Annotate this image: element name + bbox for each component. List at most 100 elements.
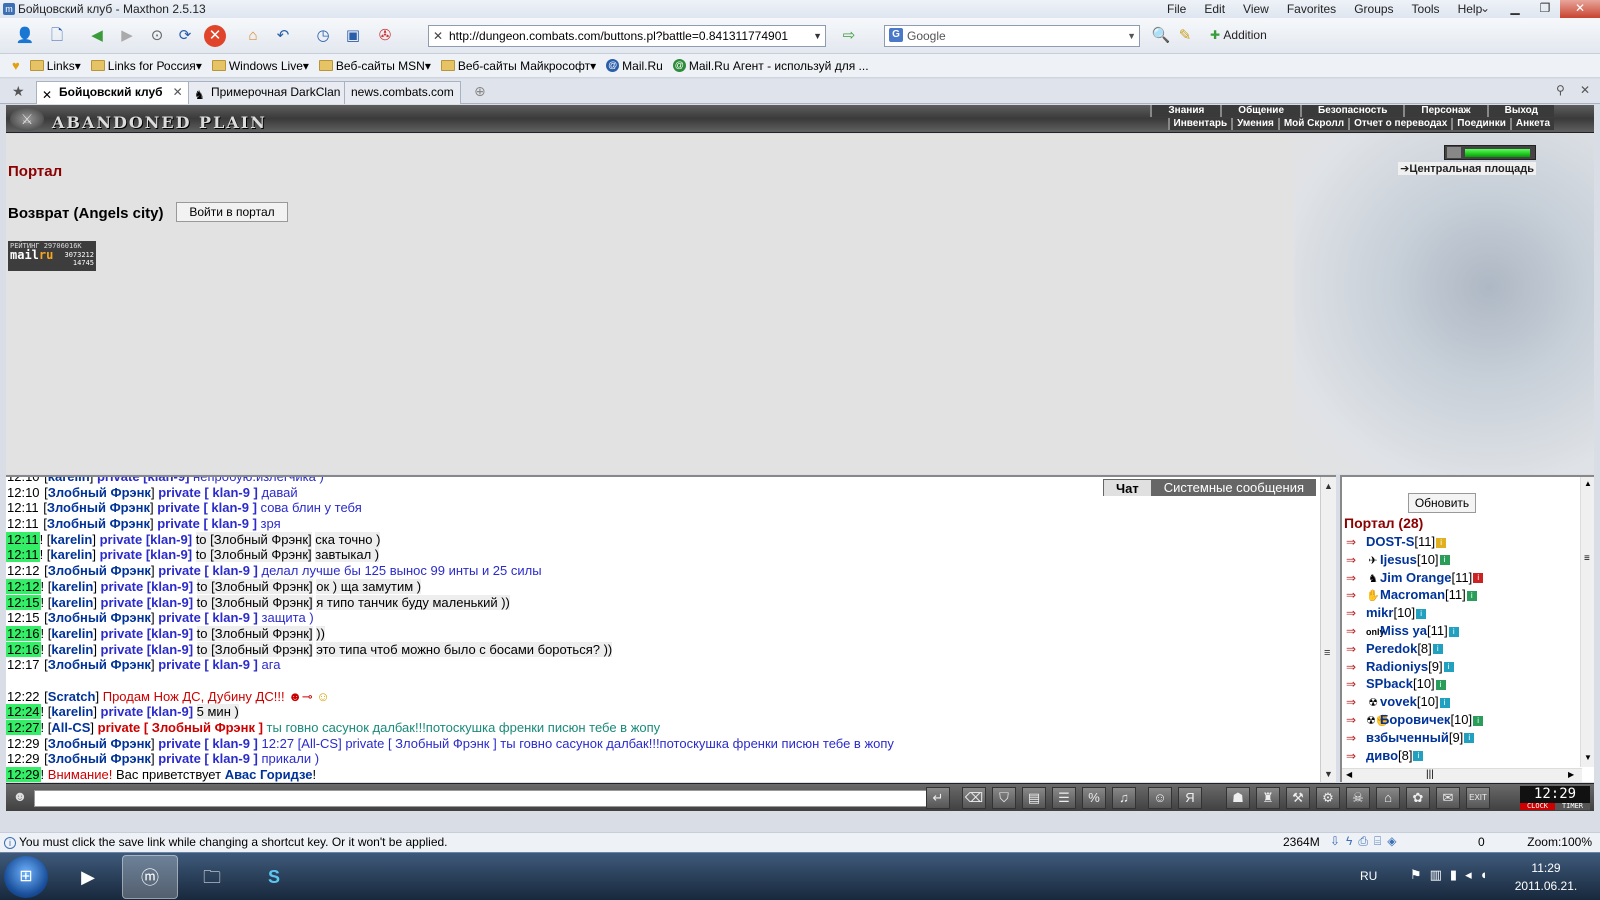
nav-my-scroll[interactable]: Мой Скролл — [1277, 118, 1349, 130]
chat-time[interactable]: 12:22 — [6, 689, 41, 704]
online-user[interactable]: ⇒ Radioniys[9] i — [1346, 658, 1566, 676]
chat-nick[interactable]: Злобный Фрэнк — [48, 485, 151, 500]
enter-portal-button[interactable]: Войти в портал — [176, 202, 288, 222]
private-arrow-icon[interactable]: ⇒ — [1346, 570, 1366, 588]
chat-private-tag[interactable]: private [klan-9] — [97, 477, 189, 484]
close-tab-icon[interactable]: ✕ — [173, 85, 183, 99]
chat-nick[interactable]: karelin — [50, 532, 92, 547]
chat-time[interactable]: 12:10 — [6, 477, 41, 484]
user-info-icon[interactable]: i — [1432, 644, 1443, 655]
online-scrollbar[interactable]: ▲ ≡ ▼ — [1580, 477, 1594, 767]
chat-time[interactable]: 12:11 — [6, 547, 40, 563]
scroll-thumb-icon[interactable]: ≡ — [1324, 647, 1330, 659]
chat-time[interactable]: 12:29 — [6, 751, 41, 766]
chat-private-tag[interactable]: private [ klan-9 ] — [158, 563, 258, 578]
chat-input[interactable] — [34, 790, 946, 807]
user-info-icon[interactable]: i — [1439, 697, 1450, 708]
chat-scrollbar[interactable]: ▲ ≡ ▼ — [1320, 477, 1336, 782]
chat-mode-icon[interactable]: ☻ — [10, 788, 30, 808]
skill-5-icon[interactable]: ☠ — [1346, 787, 1370, 809]
highlight-icon[interactable]: ✎ — [1174, 25, 1196, 47]
online-user[interactable]: ⇒ ♞ Jim Orange[11] i — [1346, 569, 1566, 587]
online-user[interactable]: ⇒ взбыченный[9] i — [1346, 729, 1566, 747]
nav-fights[interactable]: Поединки — [1451, 118, 1510, 130]
zoom-level[interactable]: Zoom:100% — [1527, 835, 1592, 849]
chat-nick[interactable]: Злобный Фрэнк — [48, 610, 151, 625]
online-user[interactable]: ⇒ ✋Macroman[11] i — [1346, 586, 1566, 604]
screen-icon[interactable]: ▣ — [342, 25, 364, 47]
private-arrow-icon[interactable]: ⇒ — [1346, 694, 1366, 712]
bookmark-windows-live[interactable]: Windows Live ▾ — [211, 59, 309, 73]
scroll-down-icon[interactable]: ▼ — [1584, 753, 1592, 762]
tab-chat[interactable]: Чат — [1102, 479, 1152, 496]
private-arrow-icon[interactable]: ⇒ — [1346, 676, 1366, 694]
maximize-button[interactable]: ❐ — [1530, 0, 1560, 18]
chat-time[interactable]: 12:10 — [6, 485, 41, 500]
media-player-icon[interactable]: ▶ — [60, 855, 116, 899]
menu-groups[interactable]: Groups — [1345, 2, 1402, 16]
chat-nick[interactable]: karelin — [51, 642, 93, 657]
favorites-icon[interactable]: ♥ — [12, 58, 20, 73]
online-user[interactable]: ⇒ ✈ Ijesus[10] i — [1346, 551, 1566, 569]
nav-inventory[interactable]: Инвентарь — [1167, 118, 1232, 130]
chat-time[interactable]: 12:12 — [6, 563, 41, 578]
chat-time[interactable]: 12:29 — [6, 736, 41, 751]
chat-nick[interactable]: Злобный Фрэнк — [48, 563, 151, 578]
chevron-down-icon[interactable]: ▼ — [813, 26, 822, 46]
start-button[interactable]: ⊞ — [4, 856, 48, 898]
private-arrow-icon[interactable]: ⇒ — [1346, 712, 1366, 730]
address-bar[interactable]: ✕ http://dungeon.combats.com/buttons.pl?… — [428, 25, 826, 47]
chat-nick[interactable]: Злобный Фрэнк — [48, 751, 151, 766]
user-info-icon[interactable]: i — [1439, 555, 1450, 566]
chat-private-tag[interactable]: private [ klan-9 ] — [158, 657, 258, 672]
user-name[interactable]: Ijesus — [1380, 552, 1417, 567]
chat-nick[interactable]: karelin — [51, 579, 93, 594]
menu-file[interactable]: File — [1158, 2, 1195, 16]
chat-private-tag[interactable]: private [klan-9] — [101, 626, 193, 641]
user-info-icon[interactable]: i — [1448, 626, 1459, 637]
central-square-link[interactable]: ➔Центральная площадь — [1398, 162, 1536, 175]
tab-news[interactable]: news.combats.com — [344, 81, 461, 104]
menu-toggle-icon[interactable]: ⌄ — [1470, 0, 1500, 18]
online-user[interactable]: ⇒ ☢ vovek[10] i — [1346, 693, 1566, 711]
bookmark-mailru[interactable]: @ Mail.Ru — [606, 59, 663, 73]
user-name[interactable]: Боровичек — [1380, 712, 1450, 727]
chat-nick[interactable]: Злобный Фрэнк — [47, 500, 150, 515]
tab-darkclan[interactable]: ♞ Примерочная DarkClan — [188, 81, 348, 104]
save-icon[interactable]: ▤ — [1022, 787, 1046, 809]
chat-time[interactable]: 12:29 — [6, 767, 41, 782]
tab-system-messages[interactable]: Системные сообщения — [1151, 479, 1316, 496]
addition-button[interactable]: ✚ Addition — [1210, 28, 1267, 42]
chat-nick[interactable]: Злобный Фрэнк — [48, 657, 151, 672]
scroll-up-icon[interactable]: ▲ — [1584, 479, 1592, 488]
online-user[interactable]: ⇒ mikr[10] i — [1346, 604, 1566, 622]
menu-favorites[interactable]: Favorites — [1278, 2, 1345, 16]
home-icon[interactable]: ⌂ — [242, 25, 264, 47]
tab-combats[interactable]: ✕ Бойцовский клуб ✕ — [36, 81, 190, 104]
chat-private-tag[interactable]: private [ klan-9 ] — [157, 500, 257, 515]
private-arrow-icon[interactable]: ⇒ — [1346, 730, 1366, 748]
tools-icon[interactable]: ✇ — [374, 25, 396, 47]
scroll-left-icon[interactable]: ◀ — [1346, 770, 1352, 779]
new-tab-icon[interactable]: ⊕ — [474, 83, 486, 100]
close-icon[interactable]: ✕ — [1580, 83, 1590, 97]
chat-private-tag[interactable]: private [ klan-9 ] — [158, 751, 258, 766]
system-tray-icons[interactable]: ⚑▥▮◂◖ — [1410, 867, 1495, 883]
skill-3-icon[interactable]: ⚒ — [1286, 787, 1310, 809]
bookmark-microsoft[interactable]: Веб-сайты Майкрософт ▾ — [440, 59, 596, 73]
search-icon[interactable]: 🔍 — [1150, 25, 1172, 47]
online-user[interactable]: ⇒ Peredok[8] i — [1346, 640, 1566, 658]
mailru-rating-counter[interactable]: РЕЙТИНГ 29706016К mailru 3073212 14745 — [8, 241, 96, 271]
user-name[interactable]: vovek — [1380, 694, 1417, 709]
bookmark-links-russia[interactable]: Links for Россия ▾ — [90, 59, 202, 73]
status-tool-icons[interactable]: ⇩ϟ⎙⌸◈ — [1330, 834, 1402, 849]
user-name[interactable]: DOST-S — [1366, 534, 1414, 549]
private-arrow-icon[interactable]: ⇒ — [1346, 641, 1366, 659]
search-input[interactable]: G Google ▼ — [884, 25, 1140, 47]
skill-1-icon[interactable]: ☗ — [1226, 787, 1250, 809]
user-name[interactable]: Jim Orange — [1380, 570, 1452, 585]
sound-icon[interactable]: ♫ — [1112, 787, 1136, 809]
exit-icon[interactable]: EXIT — [1466, 787, 1490, 809]
private-arrow-icon[interactable]: ⇒ — [1346, 659, 1366, 677]
nav-transfer-report[interactable]: Отчет о переводах — [1348, 118, 1452, 130]
